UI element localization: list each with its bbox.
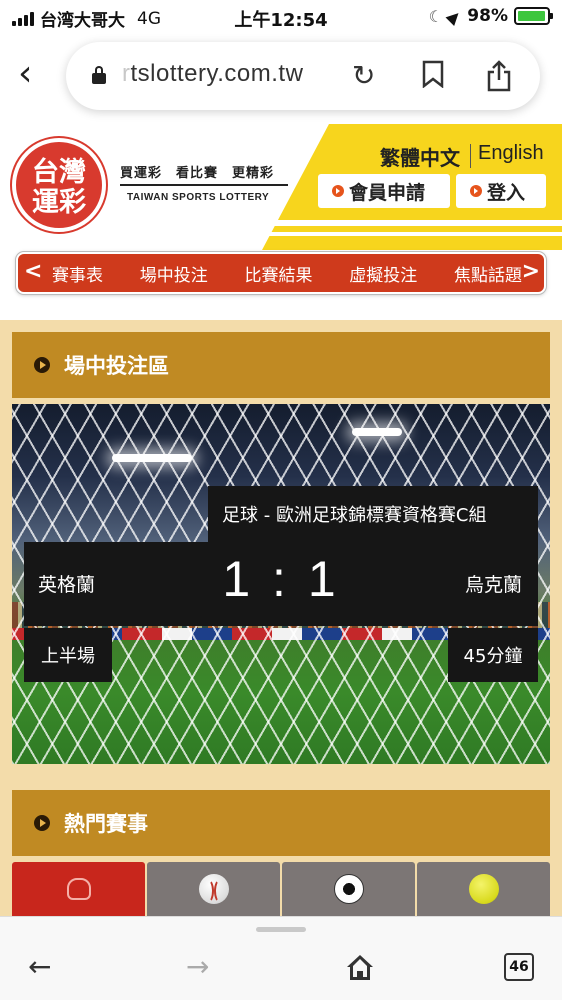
battery-fill [518, 11, 546, 21]
bookmark-icon[interactable] [422, 60, 444, 95]
logo-line1: 台灣 [32, 157, 86, 188]
login-label: 登入 [487, 181, 526, 204]
arrow-circle-icon [332, 185, 344, 197]
language-divider [470, 144, 471, 168]
slogan-divider [120, 184, 288, 186]
url-faded-text: r [122, 60, 131, 87]
nav-items: 賽事表 場中投注 比賽結果 虛擬投注 焦點話題 [52, 261, 522, 286]
baseball-icon [198, 874, 229, 904]
nav-item-virtual-betting[interactable]: 虛擬投注 [349, 261, 417, 286]
browser-toolbar: ← → 46 [0, 916, 562, 1000]
tab-tennis[interactable] [417, 862, 550, 918]
match-period: 上半場 [24, 628, 112, 682]
nav-prev-arrow-icon[interactable]: < [24, 259, 42, 284]
play-bullet-icon [34, 357, 50, 373]
main-content: 場中投注區 足球 - 歐洲足球錦標賽資格賽C組 英格蘭 1 : 1 烏克蘭 上半… [0, 320, 562, 918]
home-icon[interactable] [346, 955, 374, 981]
live-match-card[interactable]: 足球 - 歐洲足球錦標賽資格賽C組 英格蘭 1 : 1 烏克蘭 上半場 45分鐘 [12, 404, 550, 764]
tab-baseball-glove[interactable] [12, 862, 145, 918]
nav-item-schedule[interactable]: 賽事表 [52, 261, 103, 286]
lock-icon [92, 66, 106, 84]
baseball-glove-icon [66, 878, 91, 900]
share-icon[interactable] [486, 60, 512, 99]
battery-percent: 98% [467, 6, 508, 26]
status-right: ☾ ▲ 98% [428, 4, 553, 28]
match-league: 足球 - 歐洲足球錦標賽資格賽C組 [208, 486, 538, 542]
nav-next-arrow-icon[interactable]: > [522, 259, 540, 284]
tennis-ball-icon [468, 874, 499, 904]
main-nav: < 賽事表 場中投注 比賽結果 虛擬投注 焦點話題 > [16, 252, 546, 294]
url-bar[interactable]: rtslottery.com.tw ↻ [66, 42, 540, 110]
tab-baseball[interactable] [147, 862, 280, 918]
away-team: 烏克蘭 [464, 574, 522, 596]
slogan-text: 買運彩 看比賽 更精彩 [120, 166, 275, 181]
slogan-english: TAIWAN SPORTS LOTTERY [127, 192, 270, 203]
nav-item-results[interactable]: 比賽結果 [245, 261, 313, 286]
site-logo[interactable]: 台灣 運彩 [12, 138, 106, 232]
score-panel: 英格蘭 1 : 1 烏克蘭 [24, 542, 538, 626]
arrow-circle-icon [470, 185, 482, 197]
match-minute: 45分鐘 [448, 628, 538, 682]
back-arrow-icon[interactable]: ← [28, 951, 51, 983]
hot-section-title: 熱門賽事 [64, 812, 148, 836]
login-button[interactable]: 登入 [456, 174, 546, 208]
nav-item-focus-topics[interactable]: 焦點話題 [454, 261, 522, 286]
register-label: 會員申請 [349, 181, 426, 204]
tabs-count-button[interactable]: 46 [504, 953, 534, 981]
language-english-link[interactable]: English [478, 142, 544, 165]
hot-section-header: 熱門賽事 [12, 790, 550, 856]
location-arrow-icon: ▲ [444, 4, 467, 28]
drag-handle[interactable] [256, 927, 306, 932]
status-bar: 台湾大哥大 4G 上午12:54 ☾ ▲ 98% [0, 0, 562, 36]
live-section-header: 場中投注區 [12, 332, 550, 398]
live-section-title: 場中投注區 [64, 354, 169, 378]
url-visible-text: tslottery.com.tw [130, 60, 304, 87]
sport-tabs [12, 862, 550, 918]
battery-icon [514, 7, 553, 25]
reload-icon[interactable]: ↻ [352, 60, 375, 92]
browser-url-row: ‹ rtslottery.com.tw ↻ [0, 38, 562, 114]
soccer-ball-icon [333, 874, 364, 904]
match-score: 1 : 1 [222, 551, 340, 607]
header-stripe [260, 232, 562, 236]
tab-soccer[interactable] [282, 862, 415, 918]
forward-arrow-icon[interactable]: → [186, 951, 209, 983]
language-chinese-link[interactable]: 繁體中文 [380, 142, 460, 171]
chevron-left-icon[interactable]: ‹ [18, 54, 48, 94]
nav-item-live-betting[interactable]: 場中投注 [140, 261, 208, 286]
site-header: 台灣 運彩 買運彩 看比賽 更精彩 TAIWAN SPORTS LOTTERY … [0, 124, 562, 250]
register-button[interactable]: 會員申請 [318, 174, 450, 208]
header-stripe [260, 220, 562, 226]
play-bullet-icon [34, 815, 50, 831]
moon-icon: ☾ [428, 6, 443, 26]
url-text[interactable]: rtslottery.com.tw [122, 60, 303, 88]
logo-line2: 運彩 [32, 187, 86, 218]
